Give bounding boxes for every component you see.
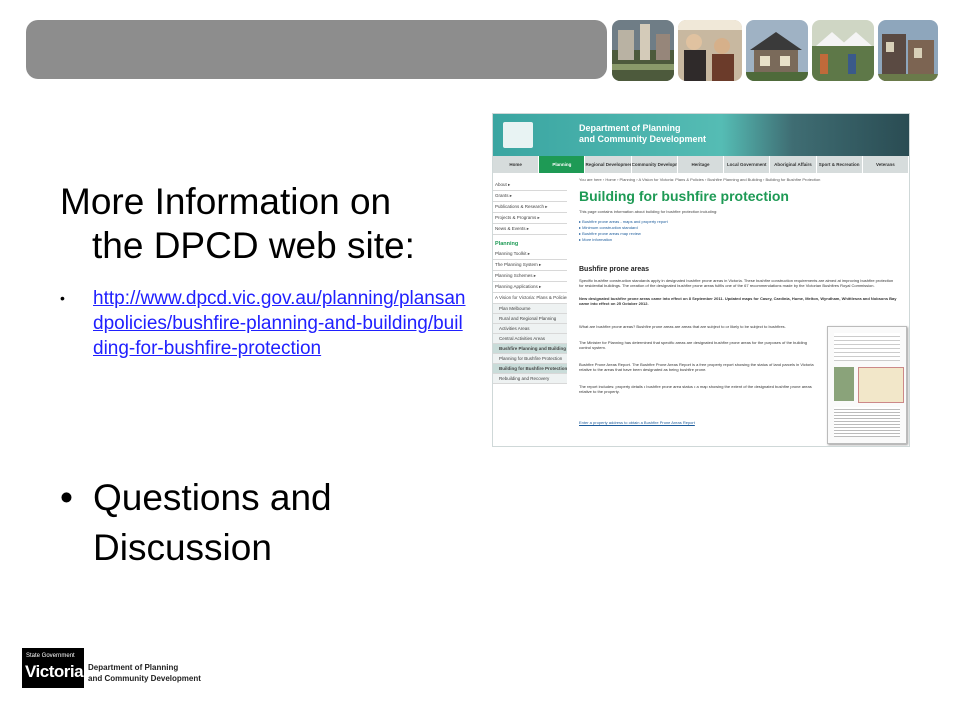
site-sidebar-item: Planning Toolkit ▸ xyxy=(493,249,567,260)
site-sidebar-item: News & Events ▸ xyxy=(493,224,567,235)
site-nav-item: Planning xyxy=(539,156,586,173)
site-breadcrumb: You are here › Home › Planning › A Visio… xyxy=(579,177,821,182)
site-page-title: Building for bushfire protection xyxy=(579,188,789,204)
questions-line-2: Discussion xyxy=(93,527,272,568)
site-sidebar: About ▸ Grants ▸ Publications & Research ▸… xyxy=(493,180,567,384)
site-sidebar-item: Central Activities Areas xyxy=(493,334,567,344)
footer-logo: State Government Victoria Department of … xyxy=(22,648,206,688)
link-bullet-item: • http://www.dpcd.vic.gov.au/planning/pl… xyxy=(60,286,470,361)
dpcd-website-link[interactable]: http://www.dpcd.vic.gov.au/planning/plan… xyxy=(93,286,470,361)
page-heading: More Information on the DPCD web site: xyxy=(60,180,480,268)
site-sidebar-item: Bushfire Planning and Building xyxy=(493,344,567,354)
site-sidebar-item: Projects & Programs ▸ xyxy=(493,213,567,224)
site-sidebar-item: Grants ▸ xyxy=(493,191,567,202)
site-nav-item: Community Development xyxy=(632,156,678,173)
site-para-5: Bushfire Prone Areas Report. The Bushfir… xyxy=(579,362,814,372)
site-section-title: Bushfire prone areas xyxy=(579,266,650,273)
department-line-1: Department of Planning xyxy=(88,663,179,672)
site-nav-item: Sport & Recreation xyxy=(817,156,863,173)
site-sidebar-item: Building for Bushfire Protection xyxy=(493,364,567,374)
photo-townhouses-image xyxy=(878,20,938,81)
bullet-dot: • xyxy=(60,477,73,518)
site-nav-item: Veterans xyxy=(863,156,909,173)
bullet-dot: • xyxy=(60,290,65,306)
site-sidebar-item: Activities Areas xyxy=(493,324,567,334)
department-name: Department of Planning and Community Dev… xyxy=(88,662,201,684)
victoria-label: Victoria xyxy=(25,662,84,681)
site-nav: Home Planning Regional Development Communit… xyxy=(493,156,909,173)
site-para-6: The report includes: property details • … xyxy=(579,384,812,394)
report-document-thumbnail xyxy=(827,326,907,444)
site-nav-item: Home xyxy=(493,156,540,173)
heading-line-1: More Information on xyxy=(60,181,392,222)
map-icon xyxy=(858,367,904,403)
heading-line-2: the DPCD web site: xyxy=(92,225,415,266)
site-para-4: The Minister for Planning has determined… xyxy=(579,340,807,350)
state-government-label: State Government xyxy=(26,653,75,659)
department-line-2: and Community Development xyxy=(88,674,201,683)
photo-people-image xyxy=(678,20,742,81)
header-photo-4 xyxy=(812,20,874,81)
photo-houses-image xyxy=(746,20,808,81)
header-photo-3 xyxy=(746,20,808,81)
site-nav-item: Heritage xyxy=(678,156,725,173)
victoria-logo-icon xyxy=(503,122,533,148)
questions-bullet-item: • Questions and Discussion xyxy=(60,473,332,573)
site-sidebar-item: Plan Melbourne xyxy=(493,304,567,314)
site-dept-name: Department of Planning and Community Dev… xyxy=(579,123,706,145)
site-para-2: New designated bushfire prone areas came… xyxy=(579,296,897,306)
site-sidebar-item: Planning Schemes ▸ xyxy=(493,271,567,282)
site-sidebar-item: Publications & Research ▸ xyxy=(493,202,567,213)
site-sidebar-item: Planning Applications ▸ xyxy=(493,282,567,293)
questions-line-1: Questions and xyxy=(93,477,332,518)
site-sidebar-item: Rural and Regional Planning xyxy=(493,314,567,324)
photo-buildings-image xyxy=(612,20,674,81)
site-dept-line-2: and Community Development xyxy=(579,134,707,144)
site-bullet-list: ▸ Bushfire prone areas - maps and proper… xyxy=(579,219,668,243)
site-sidebar-item: Rebuilding and Recovery xyxy=(493,374,567,384)
site-nav-item: Aboriginal Affairs xyxy=(770,156,817,173)
header-banner xyxy=(26,20,607,79)
photo-market-image xyxy=(812,20,874,81)
site-para-1: Specific bushfire construction standards… xyxy=(579,278,894,288)
victoria-logo: State Government Victoria xyxy=(22,648,84,688)
site-header: Department of Planning and Community Dev… xyxy=(493,114,909,156)
site-sidebar-item: Planning for Bushfire Protection xyxy=(493,354,567,364)
header-photo-2 xyxy=(678,20,742,81)
site-sidebar-item: A Vision for Victoria: Plans & Policies … xyxy=(493,293,567,304)
site-bullet-item: ▸ More information xyxy=(579,237,613,242)
site-nav-item: Local Government xyxy=(724,156,771,173)
site-report-link: Enter a property address to obtain a Bus… xyxy=(579,420,695,425)
site-nav-item: Regional Development xyxy=(585,156,632,173)
website-screenshot: Department of Planning and Community Dev… xyxy=(492,113,910,447)
site-intro: This page contains information about bui… xyxy=(579,209,718,214)
header-photo-5 xyxy=(878,20,938,81)
site-sidebar-item: Planning xyxy=(495,241,519,247)
site-dept-line-1: Department of Planning xyxy=(579,123,681,133)
site-para-3: What are bushfire prone areas? Bushfire … xyxy=(579,324,786,329)
header-photo-1 xyxy=(612,20,674,81)
site-sidebar-item: About ▸ xyxy=(493,180,567,191)
site-sidebar-item: The Planning System ▸ xyxy=(493,260,567,271)
